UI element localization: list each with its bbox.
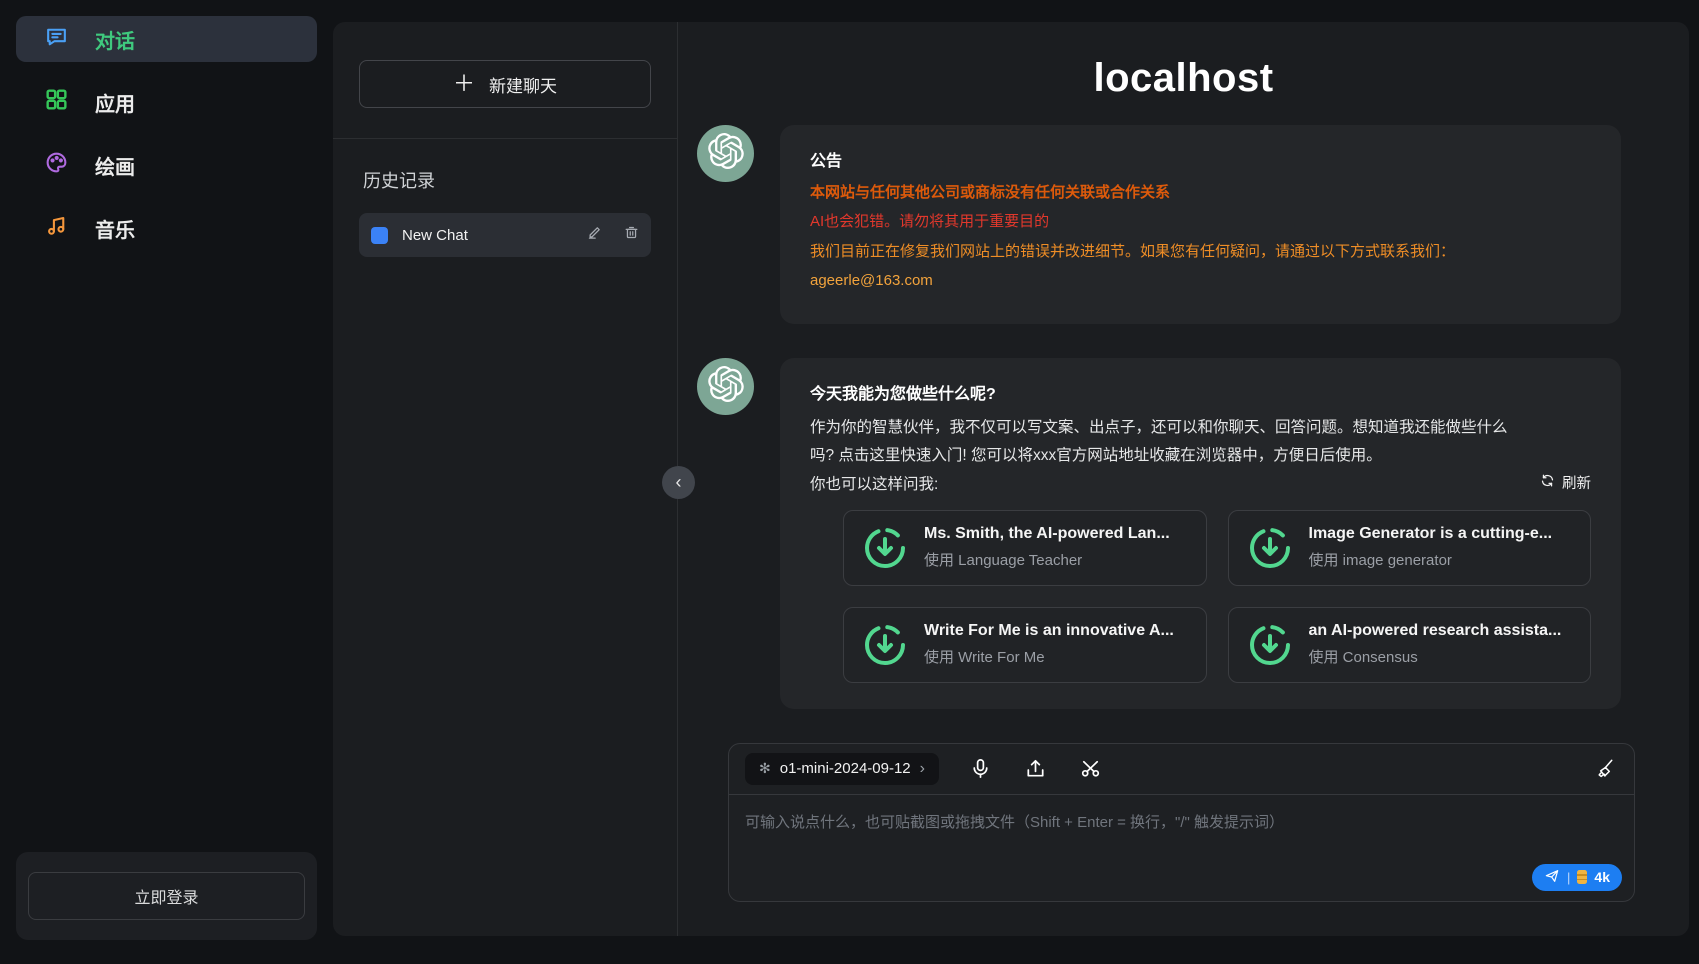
- contact-email-link[interactable]: ageerle@163.com: [810, 269, 1591, 292]
- message-announcement: 公告 本网站与任何其他公司或商标没有任何关联或合作关系 AI也会犯错。请勿将其用…: [697, 125, 1621, 324]
- suggestion-subtitle: 使用 Write For Me: [924, 646, 1174, 667]
- hint-row: 你也可以这样问我: 刷新: [810, 472, 1591, 494]
- token-count: 4k: [1594, 869, 1610, 885]
- chat-color-square: [371, 227, 388, 244]
- clear-broom-button[interactable]: [1591, 755, 1618, 782]
- model-selector[interactable]: ✻ o1-mini-2024-09-12 ›: [745, 753, 939, 785]
- refresh-label: 刷新: [1562, 472, 1591, 493]
- chat-list-column: ＋ 新建聊天 历史记录 New Chat: [333, 22, 678, 936]
- download-circle-icon: [1247, 622, 1293, 668]
- assistant-avatar: [697, 358, 754, 415]
- sidebar-item-label: 应用: [95, 88, 135, 117]
- refresh-button[interactable]: 刷新: [1540, 472, 1591, 493]
- assistant-avatar: [697, 125, 754, 182]
- suggestion-subtitle: 使用 image generator: [1309, 549, 1553, 570]
- suggestion-grid: Ms. Smith, the AI-powered Lan... 使用 Lang…: [843, 510, 1591, 683]
- plus-icon: ＋: [453, 73, 475, 95]
- composer: ✻ o1-mini-2024-09-12 ›: [728, 743, 1635, 902]
- login-card: 立即登录: [16, 852, 317, 940]
- sidebar-item-label: 绘画: [95, 151, 135, 180]
- send-plane-icon: [1544, 868, 1560, 887]
- suggestion-title: Write For Me is an innovative A...: [924, 622, 1174, 640]
- message-welcome: 今天我能为您做些什么呢? 作为你的智慧伙伴，我不仅可以写文案、出点子，还可以和你…: [697, 358, 1621, 709]
- announcement-line: AI也会犯错。请勿将其用于重要目的: [810, 210, 1591, 233]
- announcement-line: 本网站与任何其他公司或商标没有任何关联或合作关系: [810, 181, 1591, 204]
- grid-icon: [44, 87, 69, 118]
- suggestion-subtitle: 使用 Language Teacher: [924, 549, 1170, 570]
- announcement-title: 公告: [810, 147, 1591, 171]
- chevron-right-icon: ›: [920, 760, 925, 778]
- palette-icon: [44, 150, 69, 181]
- model-name: o1-mini-2024-09-12: [780, 760, 911, 777]
- suggestion-text: Ms. Smith, the AI-powered Lan... 使用 Lang…: [924, 525, 1170, 570]
- suggestion-title: Ms. Smith, the AI-powered Lan...: [924, 525, 1170, 543]
- announcement-bubble: 公告 本网站与任何其他公司或商标没有任何关联或合作关系 AI也会犯错。请勿将其用…: [780, 125, 1621, 324]
- microphone-button[interactable]: [967, 755, 994, 782]
- welcome-title: 今天我能为您做些什么呢?: [810, 380, 1591, 404]
- download-circle-icon: [862, 525, 908, 571]
- music-note-icon: [44, 213, 69, 244]
- suggestion-text: Image Generator is a cutting-e... 使用 ima…: [1309, 525, 1553, 570]
- sidebar-item-label: 音乐: [95, 214, 135, 243]
- history-item-new-chat[interactable]: New Chat: [359, 213, 651, 257]
- suggestion-text: an AI-powered research assista... 使用 Con…: [1309, 622, 1562, 667]
- sparkle-icon: ✻: [759, 760, 771, 777]
- openai-logo-icon: [708, 133, 744, 174]
- refresh-icon: [1540, 473, 1555, 492]
- collapse-sidebar-handle[interactable]: ‹: [662, 466, 695, 499]
- send-button[interactable]: | 4k: [1532, 864, 1622, 891]
- suggestion-card[interactable]: Image Generator is a cutting-e... 使用 ima…: [1228, 510, 1592, 586]
- chat-header: localhost: [678, 22, 1689, 107]
- sidebar-item-drawing[interactable]: 绘画: [16, 142, 317, 188]
- suggestion-card[interactable]: Ms. Smith, the AI-powered Lan... 使用 Lang…: [843, 510, 1207, 586]
- history-item-title: New Chat: [402, 227, 565, 244]
- announcement-line: 我们目前正在修复我们网站上的错误并改进细节。如果您有任何疑问，请通过以下方式联系…: [810, 240, 1591, 263]
- new-chat-label: 新建聊天: [489, 72, 557, 97]
- scissors-button[interactable]: [1077, 755, 1104, 782]
- login-button[interactable]: 立即登录: [28, 872, 305, 920]
- page-title: localhost: [1093, 56, 1273, 100]
- download-circle-icon: [862, 622, 908, 668]
- ask-hint: 你也可以这样问我:: [810, 472, 938, 494]
- message-input[interactable]: [745, 811, 1618, 863]
- upload-button[interactable]: [1022, 755, 1049, 782]
- chat-bubble-icon: [44, 24, 69, 55]
- divider: [333, 138, 677, 139]
- suggestion-title: an AI-powered research assista...: [1309, 622, 1562, 640]
- main-panel: ＋ 新建聊天 历史记录 New Chat: [333, 22, 1689, 936]
- download-circle-icon: [1247, 525, 1293, 571]
- separator: |: [1567, 870, 1570, 885]
- welcome-body: 作为你的智慧伙伴，我不仅可以写文案、出点子，还可以和你聊天、回答问题。想知道我还…: [810, 414, 1530, 470]
- welcome-bubble: 今天我能为您做些什么呢? 作为你的智慧伙伴，我不仅可以写文案、出点子，还可以和你…: [780, 358, 1621, 709]
- suggestion-card[interactable]: an AI-powered research assista... 使用 Con…: [1228, 607, 1592, 683]
- suggestion-subtitle: 使用 Consensus: [1309, 646, 1562, 667]
- suggestion-text: Write For Me is an innovative A... 使用 Wr…: [924, 622, 1174, 667]
- sidebar-item-chat[interactable]: 对话: [16, 16, 317, 62]
- suggestion-card[interactable]: Write For Me is an innovative A... 使用 Wr…: [843, 607, 1207, 683]
- composer-input-area: | 4k: [729, 795, 1634, 901]
- app-root: 对话 应用 绘画: [0, 0, 1699, 964]
- history-title: 历史记录: [363, 167, 651, 193]
- suggestion-title: Image Generator is a cutting-e...: [1309, 525, 1553, 543]
- sidebar: 对话 应用 绘画: [0, 0, 333, 964]
- sidebar-item-music[interactable]: 音乐: [16, 205, 317, 251]
- edit-icon[interactable]: [579, 225, 602, 245]
- sidebar-item-apps[interactable]: 应用: [16, 79, 317, 125]
- delete-icon[interactable]: [616, 225, 639, 245]
- composer-toolbar: ✻ o1-mini-2024-09-12 ›: [729, 744, 1634, 795]
- chat-area: localhost 公告 本网站与任何其他公司或商标没有任何关联或合作关系 AI…: [678, 22, 1689, 936]
- token-coin-icon: [1577, 870, 1587, 884]
- sidebar-item-label: 对话: [95, 25, 135, 54]
- openai-logo-icon: [708, 366, 744, 407]
- messages-list: 公告 本网站与任何其他公司或商标没有任何关联或合作关系 AI也会犯错。请勿将其用…: [678, 107, 1689, 743]
- chevron-left-icon: ‹: [676, 472, 682, 493]
- new-chat-button[interactable]: ＋ 新建聊天: [359, 60, 651, 108]
